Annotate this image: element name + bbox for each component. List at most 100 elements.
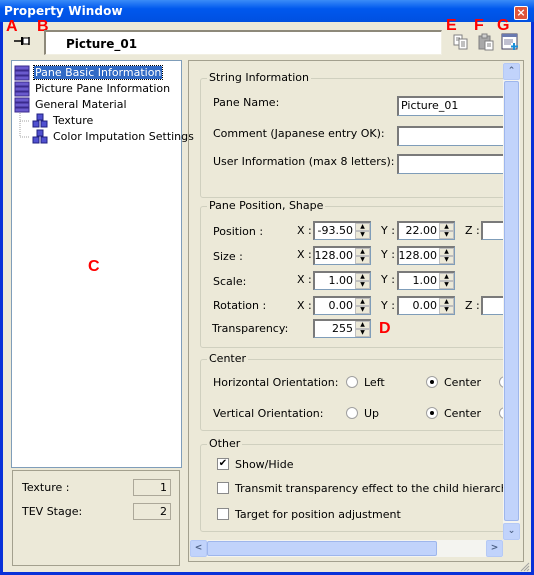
size-x-spinner[interactable]: 128.00 ▲ ▼ [313,246,371,265]
cube-icon [32,129,48,144]
show-hide-label[interactable]: Show/Hide [235,458,293,471]
spin-up-button[interactable]: ▲ [439,223,454,231]
position-y-label: Y : [381,224,395,237]
group-title: Other [207,437,243,450]
spin-up-button[interactable]: ▲ [439,273,454,281]
scale-label: Scale: [213,275,247,288]
cube-icon [32,113,48,128]
transmit-transparency-label[interactable]: Transmit transparency effect to the chil… [235,482,504,495]
vertical-scroll-thumb[interactable] [504,81,519,521]
scroll-down-button[interactable]: ⌄ [503,523,520,540]
scroll-right-button[interactable]: > [486,540,503,557]
rotation-y-spinner[interactable]: 0.00 ▲ ▼ [397,296,455,315]
horizontal-left-radio[interactable] [346,376,358,388]
spin-down-button[interactable]: ▼ [355,231,370,239]
spinner-value: 1.00 [412,274,438,287]
tree-item-label: Texture [53,114,94,127]
position-label: Position : [213,225,264,238]
tree-item-label: General Material [35,98,127,111]
spinner-value: 0.00 [328,299,354,312]
string-information-group: String Information Pane Name: Picture_01… [200,71,504,198]
horizontal-scroll-thumb[interactable] [207,541,437,556]
copy-icon[interactable] [452,33,470,51]
horizontal-center-label[interactable]: Center [444,376,481,389]
spin-down-button[interactable]: ▼ [439,256,454,264]
show-hide-checkbox[interactable]: ✔ [217,458,229,470]
pane-tree[interactable]: Pane Basic Information Picture Pane Info… [11,60,194,468]
horizontal-left-label[interactable]: Left [364,376,385,389]
spin-up-button[interactable]: ▲ [355,223,370,231]
pane-name-label: Pane Name: [213,96,280,109]
pane-name-text: Picture_01 [66,37,138,51]
size-y-spinner[interactable]: 128.00 ▲ ▼ [397,246,455,265]
transmit-transparency-checkbox[interactable] [217,482,229,494]
comment-input[interactable] [397,126,504,146]
transparency-spinner[interactable]: 255 ▲ ▼ [313,319,371,338]
user-info-input[interactable] [397,154,504,174]
spinner-value: 128.00 [398,249,438,262]
property-window: Property Window × A B E F G Picture_01 P… [0,0,534,575]
stats-panel: Texture : 1 TEV Stage: 2 [12,470,180,566]
spin-up-button[interactable]: ▲ [355,273,370,281]
scroll-up-button[interactable]: ⌃ [503,63,520,80]
rotation-x-spinner[interactable]: 0.00 ▲ ▼ [313,296,371,315]
vertical-center-radio[interactable] [426,407,438,419]
pane-icon [14,81,30,97]
pin-icon[interactable] [12,34,32,48]
tree-item-label: Picture Pane Information [35,82,171,95]
position-shape-group: Pane Position, Shape Position : X : -93.… [200,199,504,348]
marker-f: F [474,17,484,34]
marker-d: D [379,320,391,337]
other-group: Other ✔ Show/Hide Transmit transparency … [200,437,504,532]
position-x-spinner[interactable]: -93.50 ▲ ▼ [313,221,371,240]
scroll-left-button[interactable]: < [190,540,207,557]
vertical-scrollbar[interactable]: ⌃ ⌄ [503,63,520,540]
pane-name-display: Picture_01 [44,30,442,55]
spin-down-button[interactable]: ▼ [355,281,370,289]
vertical-orientation-label: Vertical Orientation: [213,407,324,420]
horizontal-scrollbar[interactable]: < > [190,540,503,557]
spin-up-button[interactable]: ▲ [355,298,370,306]
spin-down-button[interactable]: ▼ [439,281,454,289]
comment-label: Comment (Japanese entry OK): [213,127,385,140]
spin-up-button[interactable]: ▲ [355,248,370,256]
rotation-z-spinner[interactable]: 0 [481,296,504,315]
spinner-value: 22.00 [405,224,438,237]
texture-count-value: 1 [133,479,171,496]
marker-a: A [6,18,18,35]
size-x-label: X : [297,248,312,261]
spin-up-button[interactable]: ▲ [439,298,454,306]
resize-grip-icon[interactable] [518,560,530,572]
position-y-spinner[interactable]: 22.00 ▲ ▼ [397,221,455,240]
group-title: String Information [207,71,311,84]
position-adjustment-label[interactable]: Target for position adjustment [235,508,401,521]
spin-up-button[interactable]: ▲ [439,248,454,256]
texture-count-label: Texture : [22,481,70,494]
spin-down-button[interactable]: ▼ [355,256,370,264]
spin-down-button[interactable]: ▼ [439,306,454,314]
spinner-value: -93.50 [317,224,353,237]
vertical-center-label[interactable]: Center [444,407,481,420]
close-button[interactable]: × [514,6,528,20]
vertical-up-label[interactable]: Up [364,407,379,420]
pane-name-input[interactable]: Picture_01 [397,96,504,116]
rotation-label: Rotation : [213,299,267,312]
spin-up-button[interactable]: ▲ [355,321,370,329]
position-adjustment-checkbox[interactable] [217,508,229,520]
tree-item-label: Pane Basic Information [32,65,164,80]
spin-down-button[interactable]: ▼ [355,329,370,337]
scale-y-label: Y : [381,273,395,286]
pane-icon [14,97,30,113]
vertical-up-radio[interactable] [346,407,358,419]
spin-down-button[interactable]: ▼ [439,231,454,239]
horizontal-center-radio[interactable] [426,376,438,388]
scale-x-spinner[interactable]: 1.00 ▲ ▼ [313,271,371,290]
add-property-icon[interactable] [501,33,519,51]
user-info-label: User Information (max 8 letters): [213,155,395,168]
paste-icon[interactable] [477,33,495,51]
spin-down-button[interactable]: ▼ [355,306,370,314]
position-z-spinner[interactable]: 0 [481,221,504,240]
scale-y-spinner[interactable]: 1.00 ▲ ▼ [397,271,455,290]
position-z-label: Z : [465,224,480,237]
size-label: Size : [213,250,243,263]
